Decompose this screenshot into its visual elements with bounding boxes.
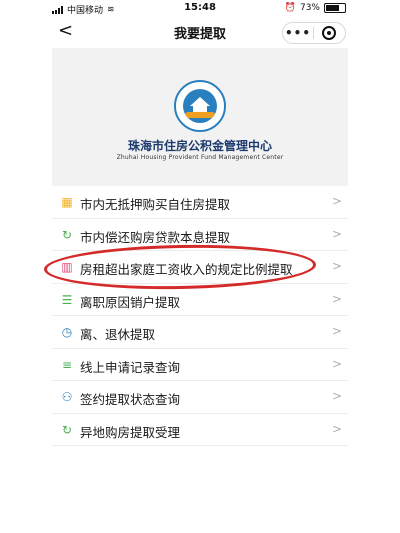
battery-percent: 73% bbox=[299, 3, 320, 13]
menu-item-no-mortgage-purchase[interactable]: ▦ 市内无抵押购买自住房提取 > bbox=[52, 186, 348, 219]
menu-item-retirement[interactable]: ◷ 离、退休提取 > bbox=[52, 316, 348, 349]
chevron-right-icon: > bbox=[331, 421, 342, 436]
chevron-right-icon: > bbox=[331, 194, 342, 208]
menu-item-contract-status[interactable]: ⚇ 签约提取状态查询 > bbox=[52, 381, 348, 414]
stack-icon: ≡ bbox=[61, 357, 73, 372]
chevron-right-icon: > bbox=[331, 389, 342, 403]
org-name-cn: 珠海市住房公积金管理中心 bbox=[127, 139, 272, 153]
chevron-right-icon: > bbox=[331, 226, 342, 241]
menu-item-online-records[interactable]: ≡ 线上申请记录查询 > bbox=[52, 349, 348, 381]
org-banner: 珠海市住房公积金管理中心 Zhuhai Housing Provident Fu… bbox=[52, 48, 348, 186]
withdrawal-menu: ▦ 市内无抵押购买自住房提取 > ↻ 市内偿还购房贷款本息提取 > ▥ 房租超出… bbox=[52, 186, 348, 446]
menu-item-label: 市内无抵押购买自住房提取 bbox=[80, 197, 231, 212]
clock-icon: ◷ bbox=[61, 325, 73, 339]
menu-item-out-of-town-purchase[interactable]: ↻ 异地购房提取受理 > bbox=[52, 414, 348, 446]
mini-program-capsule: ••• bbox=[282, 22, 346, 44]
alarm-icon: ⏰ bbox=[284, 3, 296, 13]
battery-icon bbox=[324, 3, 346, 13]
refresh-icon: ↻ bbox=[61, 422, 73, 437]
buildings-icon: ▦ bbox=[61, 195, 73, 209]
navigation-bar: < 我要提取 ••• bbox=[52, 18, 348, 46]
user-plus-icon: ⚇ bbox=[61, 390, 73, 404]
menu-item-label: 离职原因销户提取 bbox=[80, 294, 181, 310]
chevron-right-icon: > bbox=[331, 356, 342, 371]
menu-item-label: 异地购房提取受理 bbox=[80, 424, 181, 440]
chevron-right-icon: > bbox=[331, 259, 342, 273]
menu-item-label: 市内偿还购房贷款本息提取 bbox=[80, 229, 231, 245]
menu-item-label: 签约提取状态查询 bbox=[80, 392, 181, 407]
menu-item-label: 线上申请记录查询 bbox=[80, 359, 181, 375]
org-name-en: Zhuhai Housing Provident Fund Management… bbox=[116, 154, 284, 161]
chevron-right-icon: > bbox=[331, 324, 342, 338]
chevron-right-icon: > bbox=[331, 291, 342, 306]
more-icon[interactable]: ••• bbox=[283, 24, 313, 42]
close-target-icon[interactable] bbox=[314, 26, 344, 40]
status-bar: 中国移动 ≋ 15:48 ⏰ 73% bbox=[0, 0, 400, 16]
org-logo bbox=[174, 80, 226, 132]
list-icon: ☰ bbox=[61, 292, 73, 307]
refresh-icon: ↻ bbox=[61, 227, 73, 242]
menu-item-label: 离、退休提取 bbox=[80, 327, 156, 342]
